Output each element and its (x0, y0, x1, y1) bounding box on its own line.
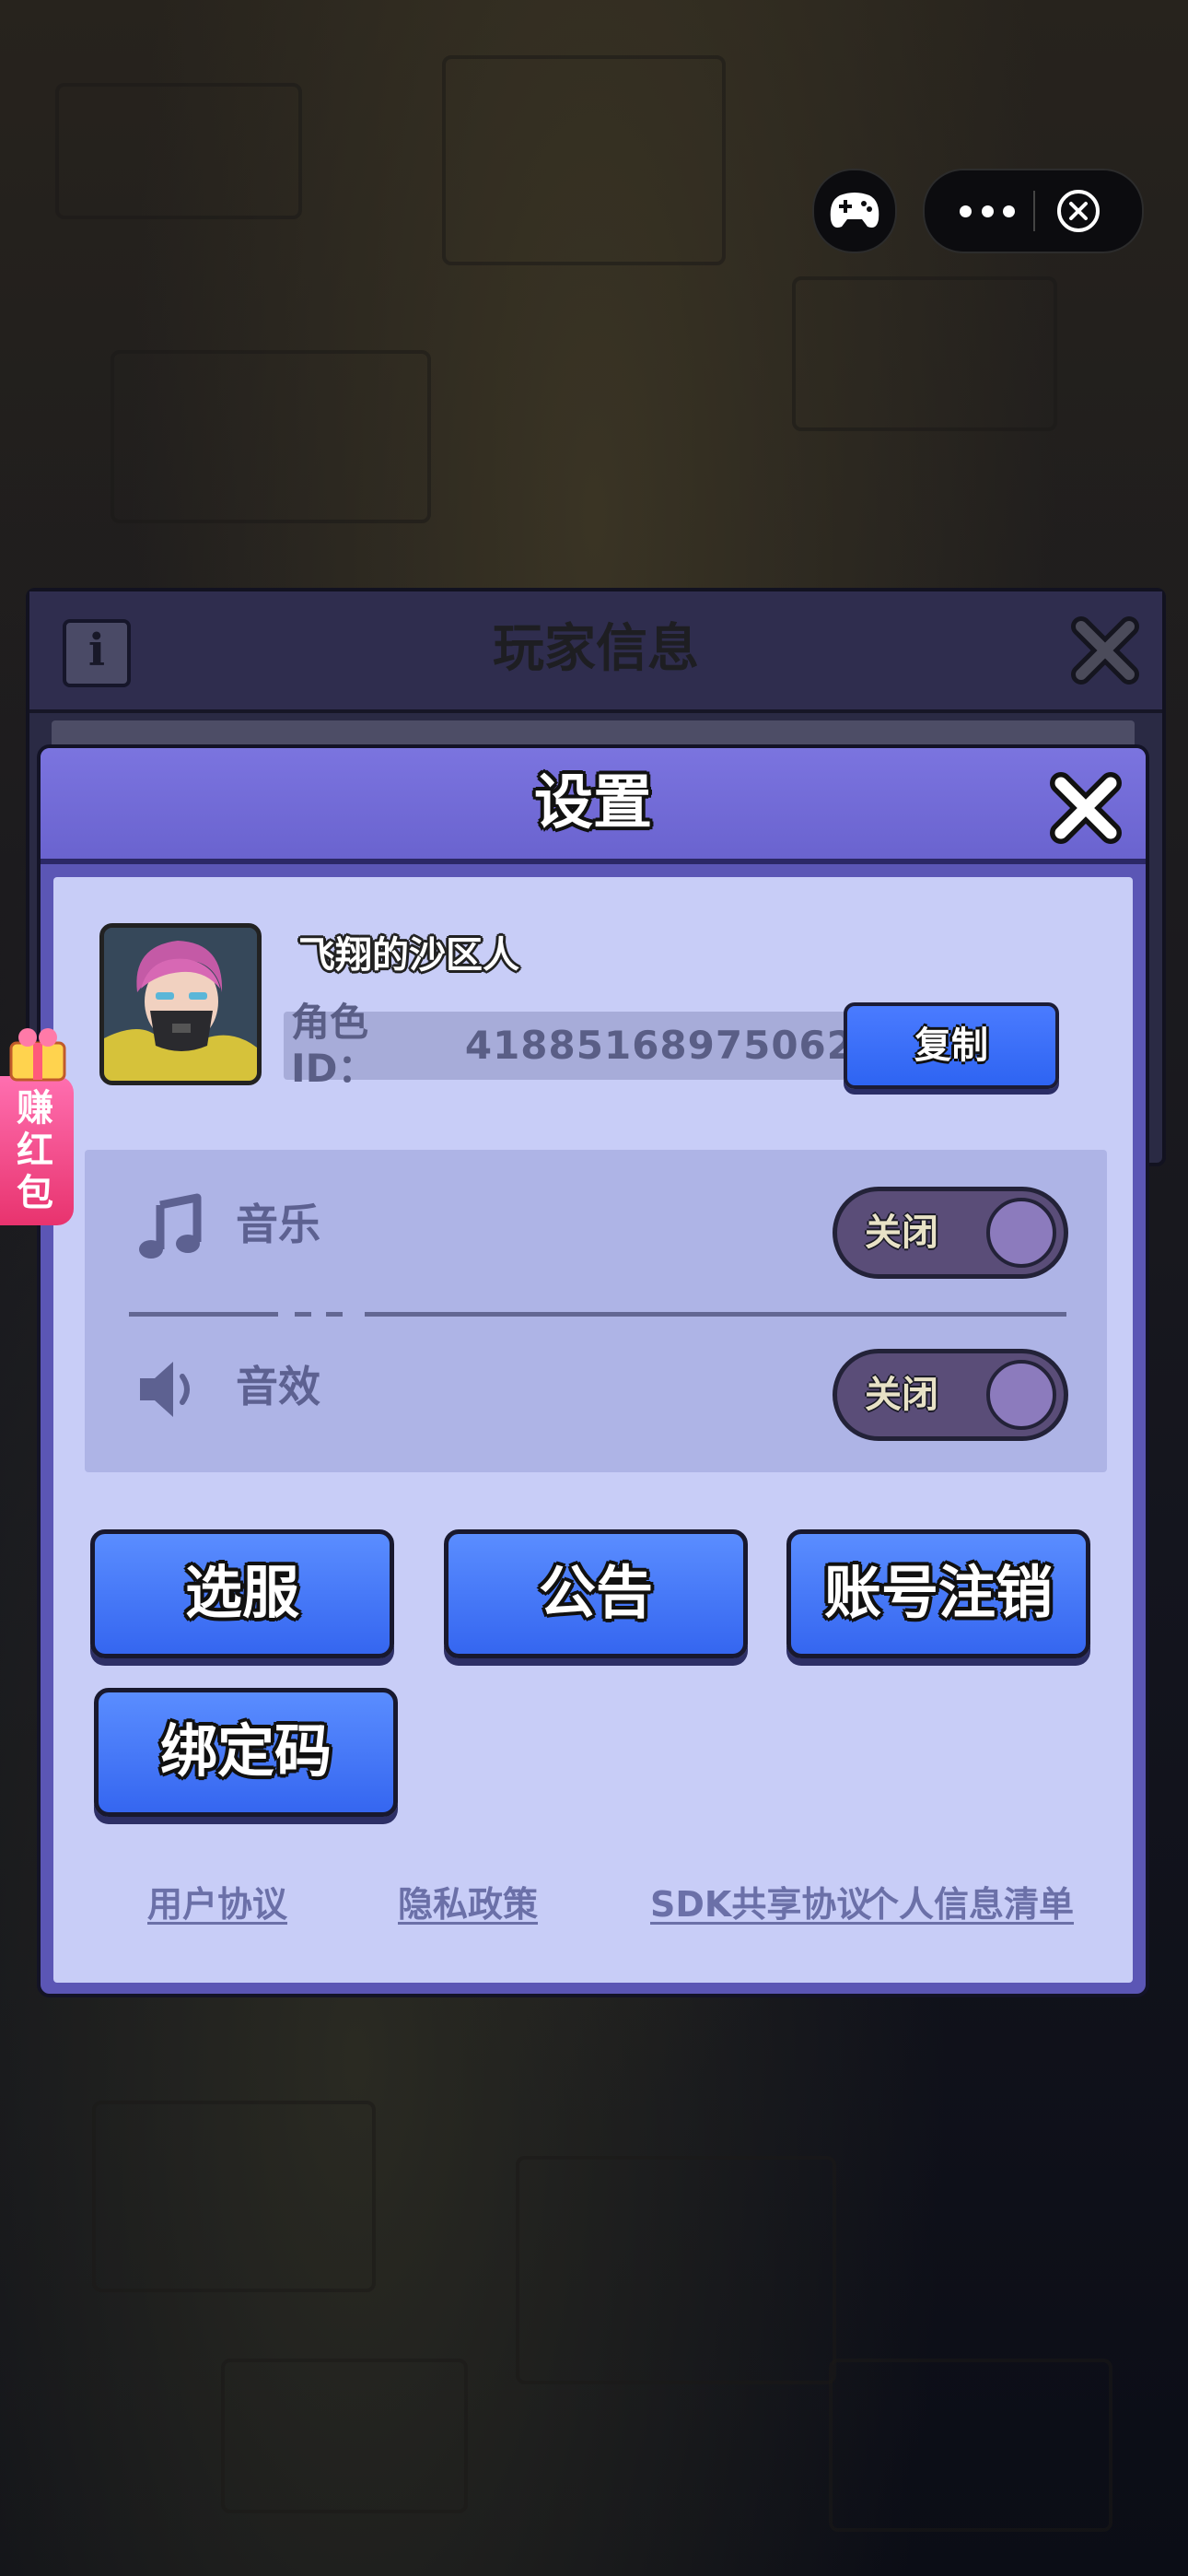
bg-tile (829, 2359, 1112, 2532)
sfx-toggle[interactable]: 关闭 (833, 1349, 1068, 1441)
settings-title: 设置 (534, 769, 652, 837)
bg-tile (221, 2359, 468, 2513)
role-id-label: 角色ID： (291, 1000, 377, 1091)
gamepad-button[interactable] (812, 169, 897, 253)
legal-links: 用户协议 隐私政策 SDK共享协议 个人信息清单 (53, 1881, 1133, 1937)
capsule-menu (923, 169, 1144, 253)
sfx-row: 音效 关闭 (85, 1334, 1107, 1441)
player-info-header: i 玩家信息 (29, 591, 1162, 713)
music-label: 音乐 (236, 1200, 320, 1249)
earn-red-packet-float[interactable]: 赚红包 (0, 1021, 76, 1227)
bg-tile (92, 2101, 376, 2292)
user-agreement-link[interactable]: 用户协议 (147, 1881, 287, 1927)
settings-header: 设置 (41, 748, 1146, 864)
music-toggle[interactable]: 关闭 (833, 1187, 1068, 1279)
announcement-button[interactable]: 公告 (444, 1529, 748, 1658)
close-x-icon[interactable] (1066, 612, 1144, 689)
sdk-agreement-link[interactable]: SDK共享协议 (650, 1881, 871, 1927)
privacy-policy-link[interactable]: 隐私政策 (398, 1881, 538, 1927)
more-dots-icon[interactable] (960, 202, 1015, 220)
music-row: 音乐 关闭 (85, 1172, 1107, 1279)
music-toggle-label: 关闭 (865, 1212, 938, 1254)
sfx-toggle-knob (986, 1360, 1056, 1430)
player-info-title: 玩家信息 (493, 619, 699, 679)
capsule-separator (1033, 191, 1035, 231)
role-id-value: 41885168975062 (464, 1023, 855, 1068)
divider (129, 1312, 278, 1317)
sound-settings: 音乐 关闭 音效 关闭 (85, 1150, 1107, 1472)
sfx-label: 音效 (236, 1362, 320, 1411)
gift-icon (9, 1028, 66, 1082)
account-cancel-button[interactable]: 账号注销 (786, 1529, 1090, 1658)
bg-tile (792, 276, 1057, 431)
divider (365, 1312, 1066, 1317)
red-packet-label: 赚红包 (17, 1087, 53, 1214)
personal-info-list-link[interactable]: 个人信息清单 (864, 1881, 1074, 1927)
sfx-toggle-label: 关闭 (865, 1374, 938, 1416)
gamepad-icon (830, 193, 879, 228)
username: 飞翔的沙区人 (298, 934, 519, 977)
copy-button[interactable]: 复制 (844, 1002, 1059, 1089)
speaker-icon (140, 1362, 190, 1417)
avatar-image (104, 928, 257, 1081)
close-x-icon[interactable] (1046, 768, 1125, 848)
avatar (99, 923, 262, 1085)
select-server-button[interactable]: 选服 (90, 1529, 394, 1658)
bg-tile (55, 83, 302, 219)
binding-code-button[interactable]: 绑定码 (94, 1688, 398, 1817)
settings-panel: 飞翔的沙区人 角色ID： 41885168975062 复制 音乐 关闭 音效 … (53, 877, 1133, 1983)
settings-dialog: 设置 飞翔的沙区人 角色ID： 41885168975062 复制 音乐 关闭 … (37, 744, 1149, 1997)
role-id-box: 角色ID： 41885168975062 (284, 1000, 855, 1091)
bg-tile (111, 350, 431, 523)
music-toggle-knob (986, 1198, 1056, 1268)
divider (326, 1312, 343, 1317)
close-circle-icon[interactable] (1055, 188, 1101, 234)
bg-tile (442, 55, 726, 265)
bg-tile (516, 2156, 836, 2384)
divider (295, 1312, 311, 1317)
music-note-icon (139, 1193, 202, 1259)
